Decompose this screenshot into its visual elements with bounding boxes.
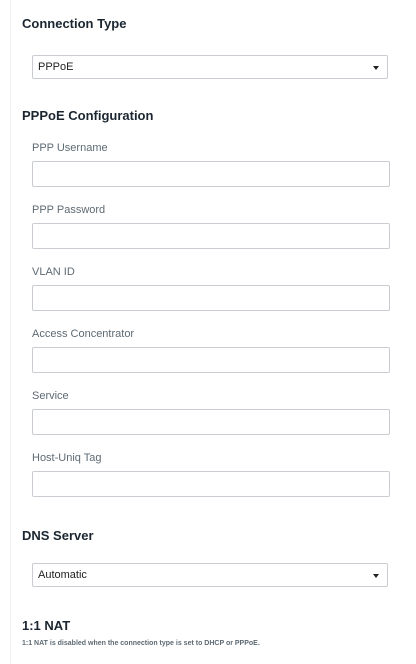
dns-server-title: DNS Server: [22, 528, 94, 543]
connection-type-value: PPPoE: [38, 61, 74, 73]
chevron-down-icon: [373, 66, 379, 70]
pppoe-config-title: PPPoE Configuration: [22, 108, 154, 123]
ppp-password-label: PPP Password: [32, 204, 106, 216]
nat-title: 1:1 NAT: [22, 618, 71, 633]
wan-settings-panel: Connection Type PPPoE PPPoE Configuratio…: [10, 0, 415, 664]
chevron-down-icon: [373, 574, 379, 578]
nat-disabled-note: 1:1 NAT is disabled when the connection …: [22, 640, 260, 647]
access-concentrator-input[interactable]: [32, 347, 390, 373]
vlan-id-input[interactable]: [32, 285, 390, 311]
ppp-password-input[interactable]: [32, 223, 390, 249]
connection-type-select[interactable]: PPPoE: [32, 55, 388, 79]
ppp-username-input[interactable]: [32, 161, 390, 187]
service-label: Service: [32, 390, 69, 402]
ppp-username-label: PPP Username: [32, 142, 108, 154]
vlan-id-label: VLAN ID: [32, 266, 75, 278]
access-concentrator-label: Access Concentrator: [32, 328, 135, 340]
dns-server-value: Automatic: [38, 569, 87, 581]
host-uniq-tag-input[interactable]: [32, 471, 390, 497]
dns-server-select[interactable]: Automatic: [32, 563, 388, 587]
connection-type-title: Connection Type: [22, 16, 127, 31]
service-input[interactable]: [32, 409, 390, 435]
host-uniq-tag-label: Host-Uniq Tag: [32, 452, 102, 464]
